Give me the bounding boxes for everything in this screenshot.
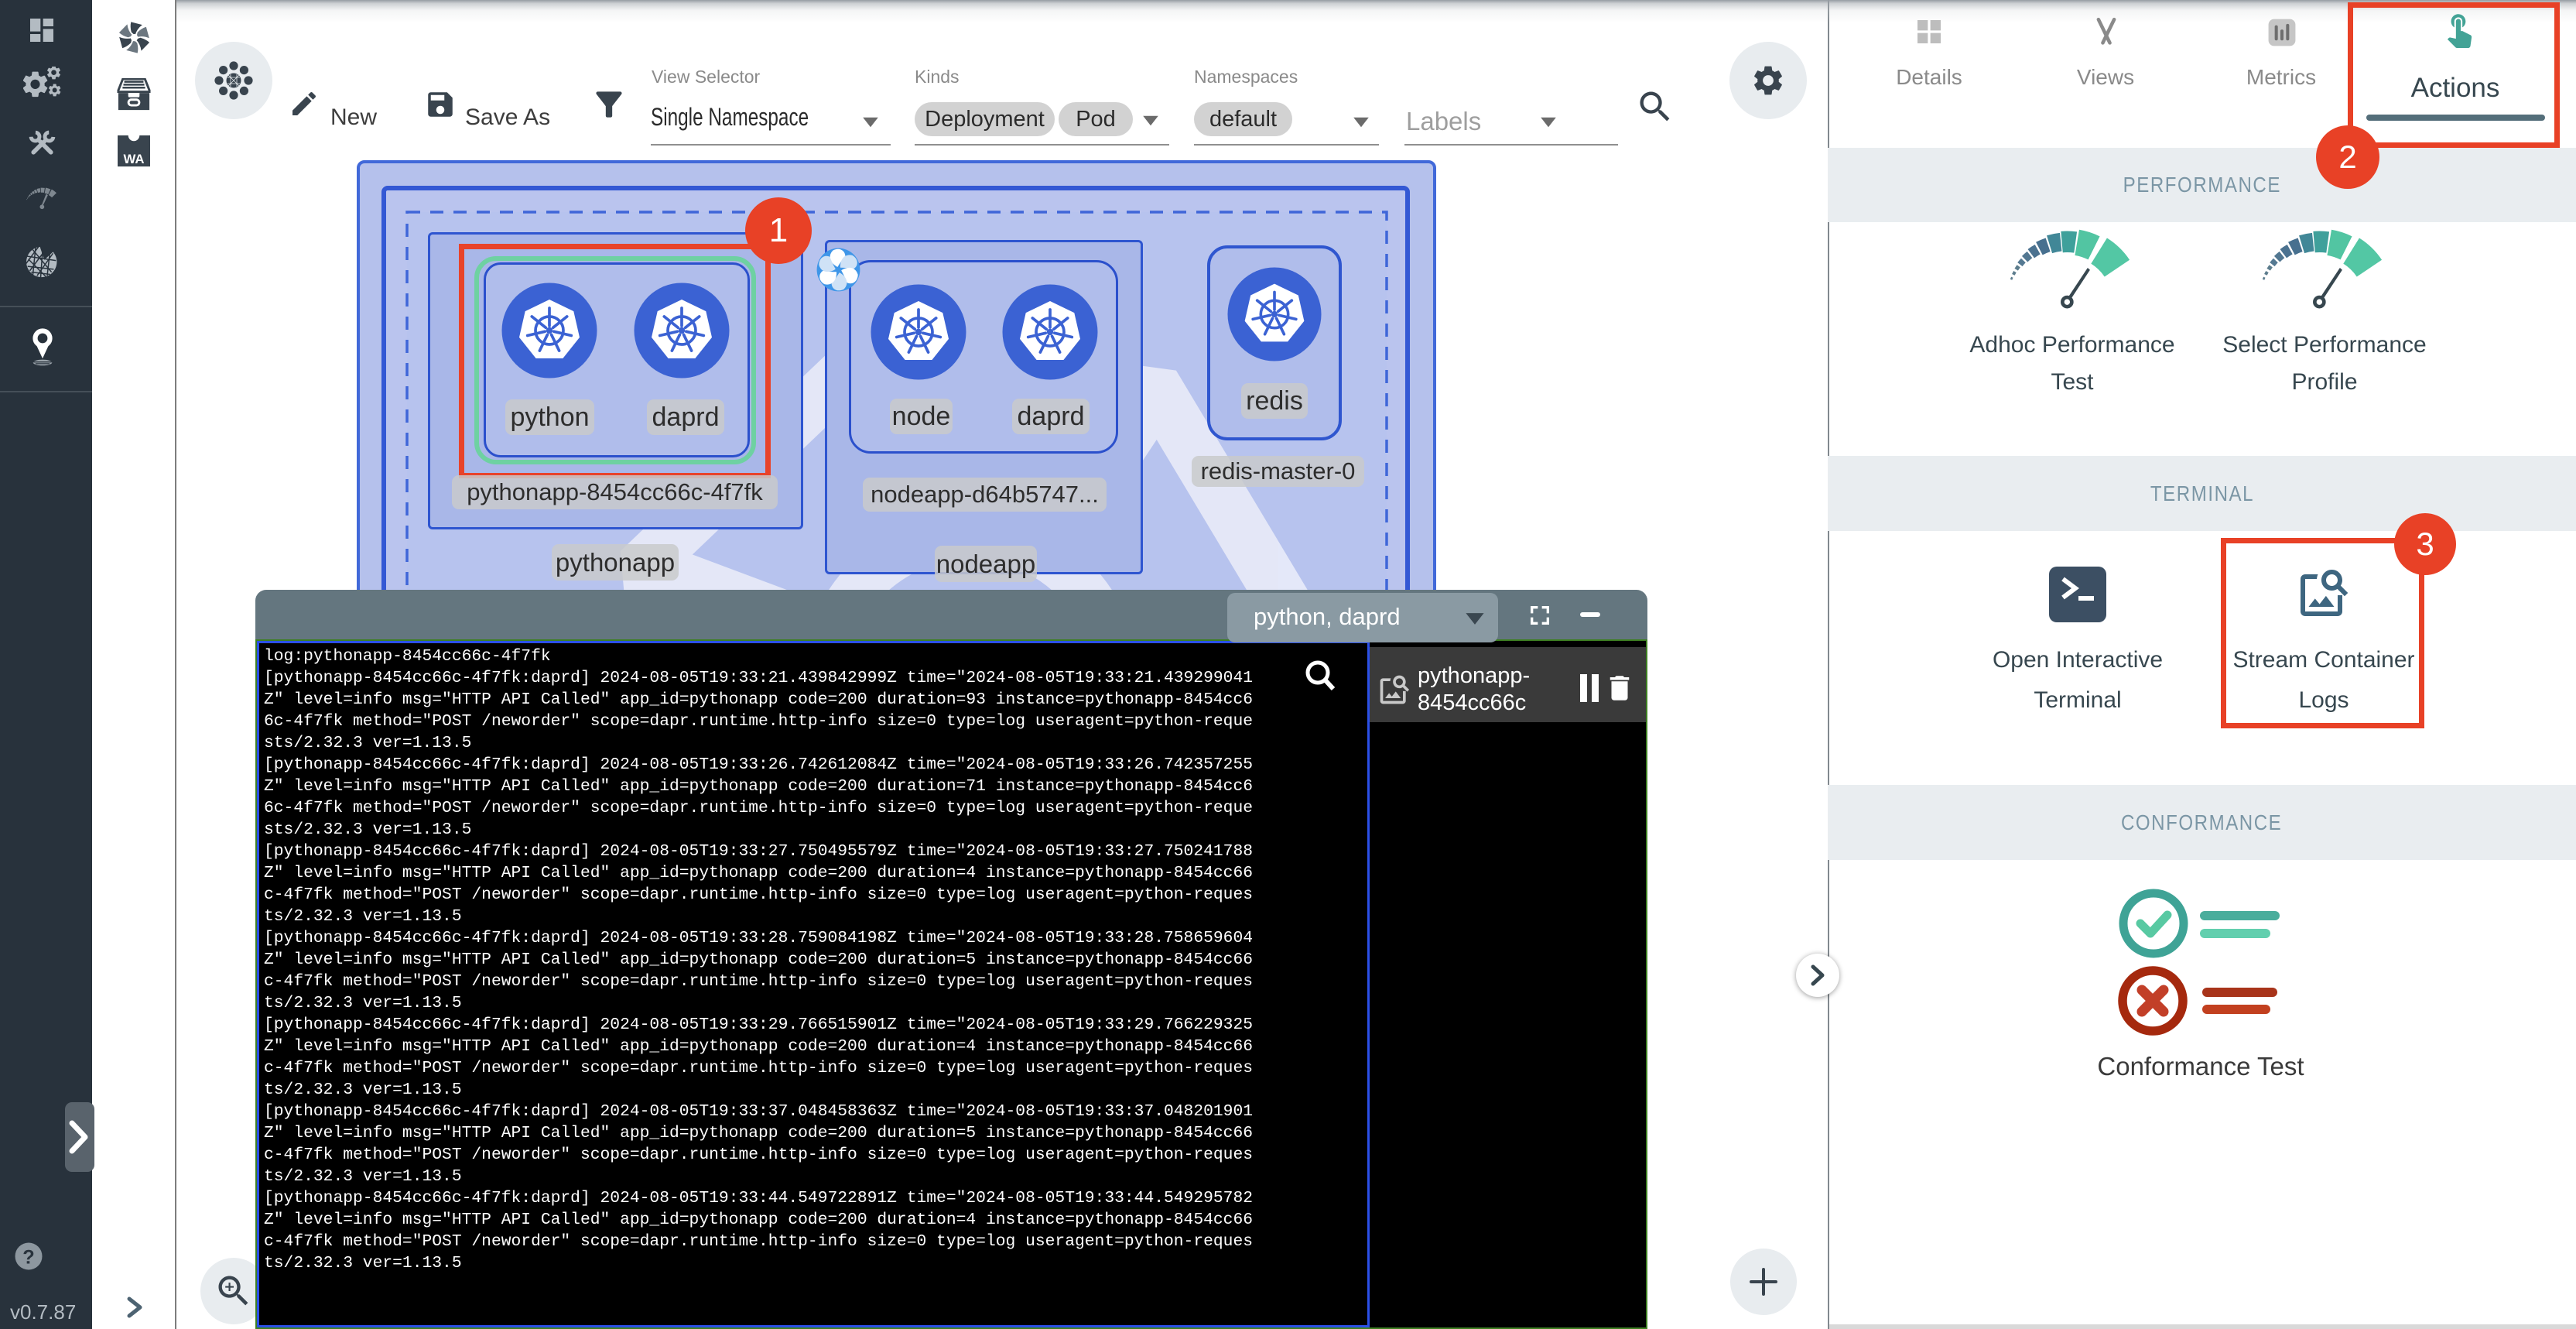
svg-text:WA: WA bbox=[123, 152, 144, 166]
svg-text:?: ? bbox=[22, 1246, 35, 1268]
